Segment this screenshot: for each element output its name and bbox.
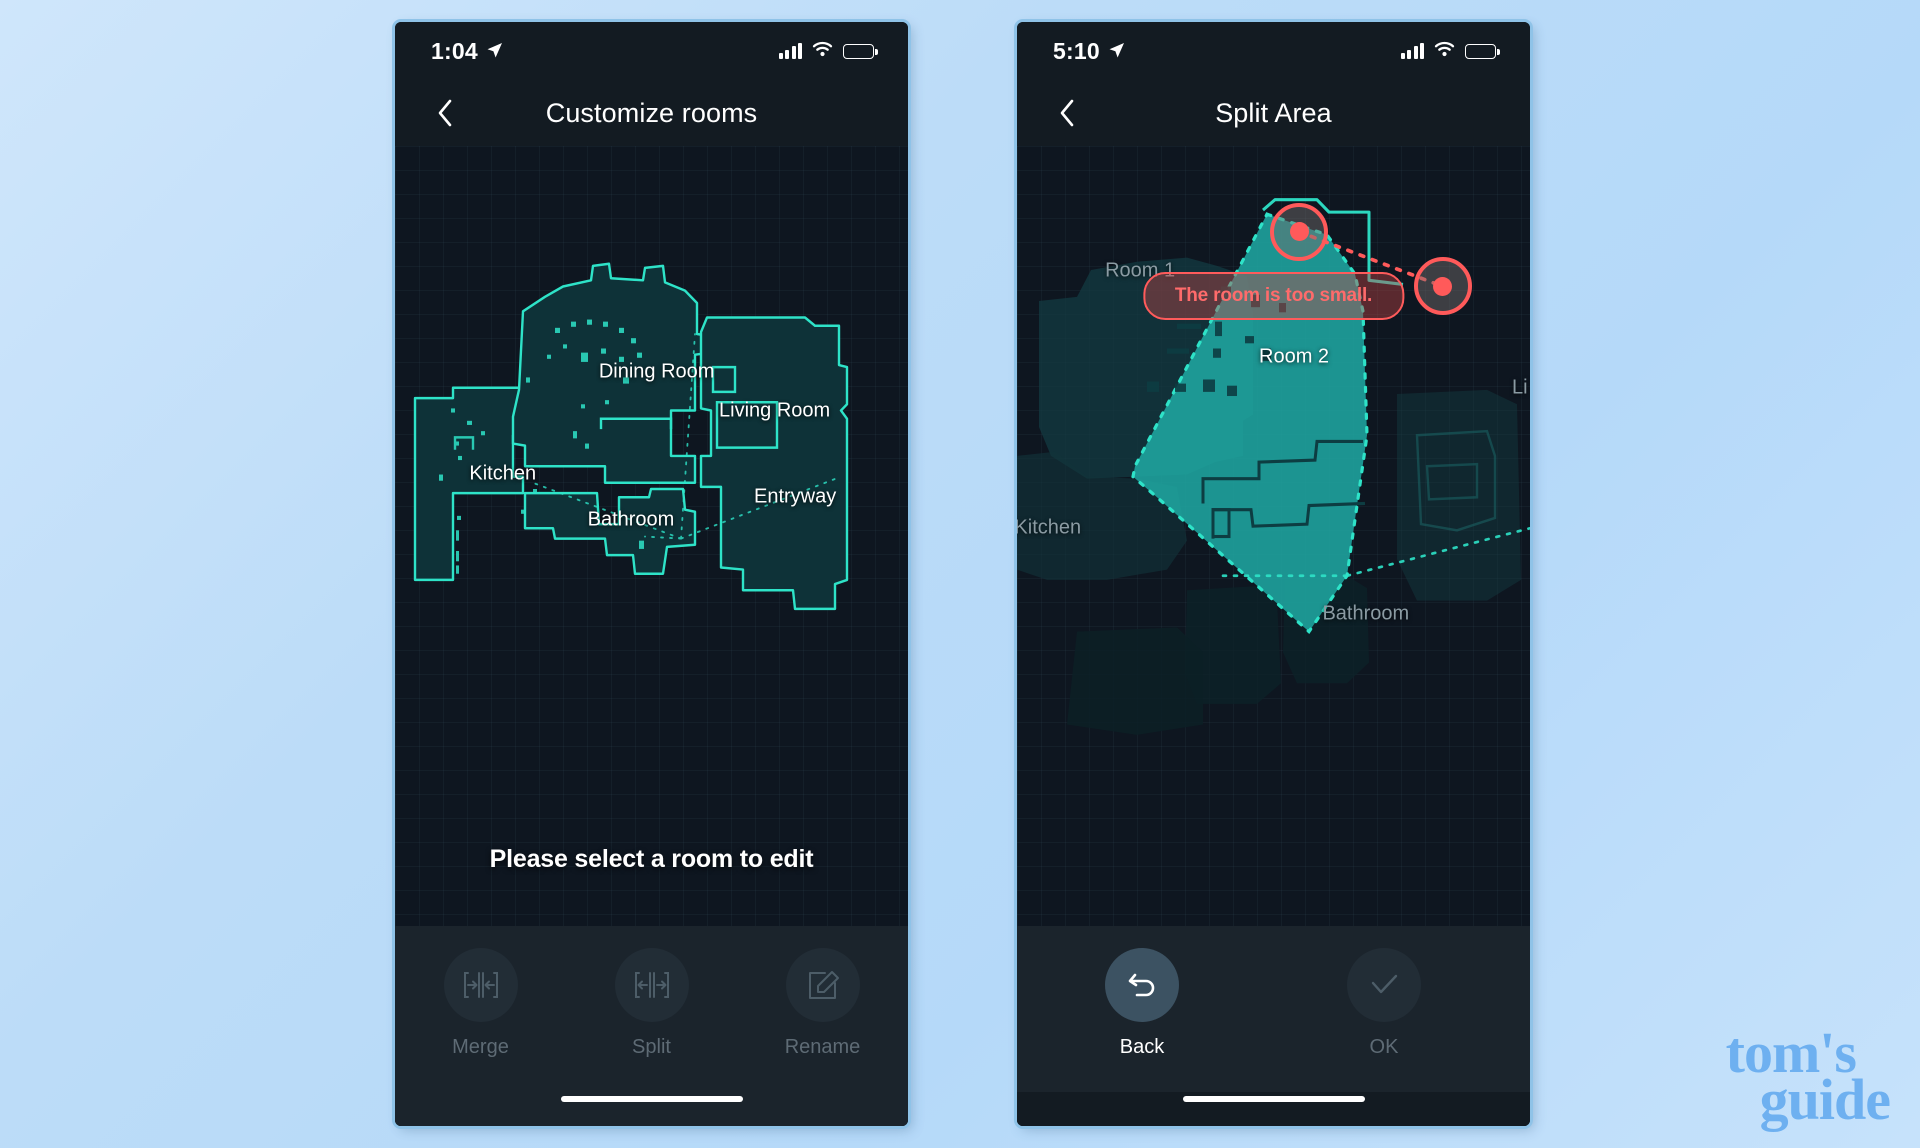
back-button[interactable] [425,93,465,133]
status-time-group: 1:04 [431,38,503,65]
home-indicator-bar-right [1017,1092,1530,1126]
toms-guide-watermark: tom's guide [1726,1024,1891,1133]
battery-icon [1465,43,1500,59]
status-icons-right [1400,41,1500,62]
nav-bar-right: Split Area [1017,80,1530,146]
location-arrow-icon [1108,38,1125,65]
cellular-signal-icon [1400,43,1424,59]
home-indicator[interactable] [560,1096,743,1102]
chevron-left-icon [438,99,452,127]
rename-button[interactable]: Rename [737,948,908,1059]
rename-button-label: Rename [784,1036,861,1058]
status-time-group-right: 5:10 [1053,38,1125,65]
bottom-toolbar-right: Back OK [1017,926,1530,1092]
screen-customize-rooms: 1:04 Customize rooms Dining Room Living … [395,22,908,1126]
split-button[interactable]: Split [566,948,737,1059]
split-button-circle [614,948,689,1022]
split-handle-end[interactable] [1413,257,1472,316]
check-icon [1371,974,1398,994]
split-handle-dot [1289,222,1309,242]
ok-button[interactable]: OK [1347,948,1421,1059]
bottom-toolbar: Merge Split Rename [395,926,908,1092]
selection-hint-text: Please select a room to edit [489,845,814,873]
floor-map-canvas[interactable]: Dining Room Living Room Kitchen Entryway… [395,146,908,926]
rename-button-circle [785,948,860,1022]
undo-arrow-icon [1128,973,1155,997]
room-shapes [413,262,849,611]
home-indicator-bar [395,1092,908,1126]
error-toast: The room is too small. [1142,272,1405,320]
location-arrow-icon [486,38,503,65]
split-handle-dot [1433,276,1453,296]
battery-icon [843,43,878,59]
status-time-right: 5:10 [1053,37,1100,64]
split-handle-start[interactable] [1270,202,1329,261]
rename-pencil-icon [808,971,839,999]
nav-bar: Customize rooms [395,80,908,146]
phone-left: 1:04 Customize rooms Dining Room Living … [395,22,908,1126]
back-action-button[interactable]: Back [1105,948,1179,1059]
wifi-icon [1434,41,1455,62]
split-button-label: Split [632,1036,671,1058]
cellular-signal-icon [778,43,802,59]
merge-button-label: Merge [452,1036,509,1058]
ok-button-circle [1347,948,1421,1022]
split-map-canvas[interactable]: The room is too small. Room 1 Room 2 Kit… [1017,146,1530,926]
page-title-right: Split Area [1215,97,1332,128]
status-bar: 1:04 [395,22,908,80]
status-icons [778,41,878,62]
status-bar-right: 5:10 [1017,22,1530,80]
phone-right: 5:10 Split Area The room is too small. R… [1017,22,1530,1126]
status-time: 1:04 [431,37,478,64]
back-action-circle [1105,948,1179,1022]
merge-button-circle [443,948,518,1022]
chevron-left-icon [1060,99,1074,127]
ok-button-label: OK [1369,1036,1399,1058]
merge-rooms-icon [463,972,498,998]
split-room-icon [634,972,669,998]
merge-button[interactable]: Merge [395,948,566,1059]
home-indicator[interactable] [1182,1096,1365,1102]
floor-plan-vector [413,262,849,611]
watermark-line-2: guide [1759,1067,1891,1133]
page-title: Customize rooms [545,97,758,128]
back-button-right[interactable] [1047,93,1087,133]
wifi-icon [812,41,833,62]
screen-split-area: 5:10 Split Area The room is too small. R… [1017,22,1530,1126]
back-action-label: Back [1119,1036,1165,1058]
